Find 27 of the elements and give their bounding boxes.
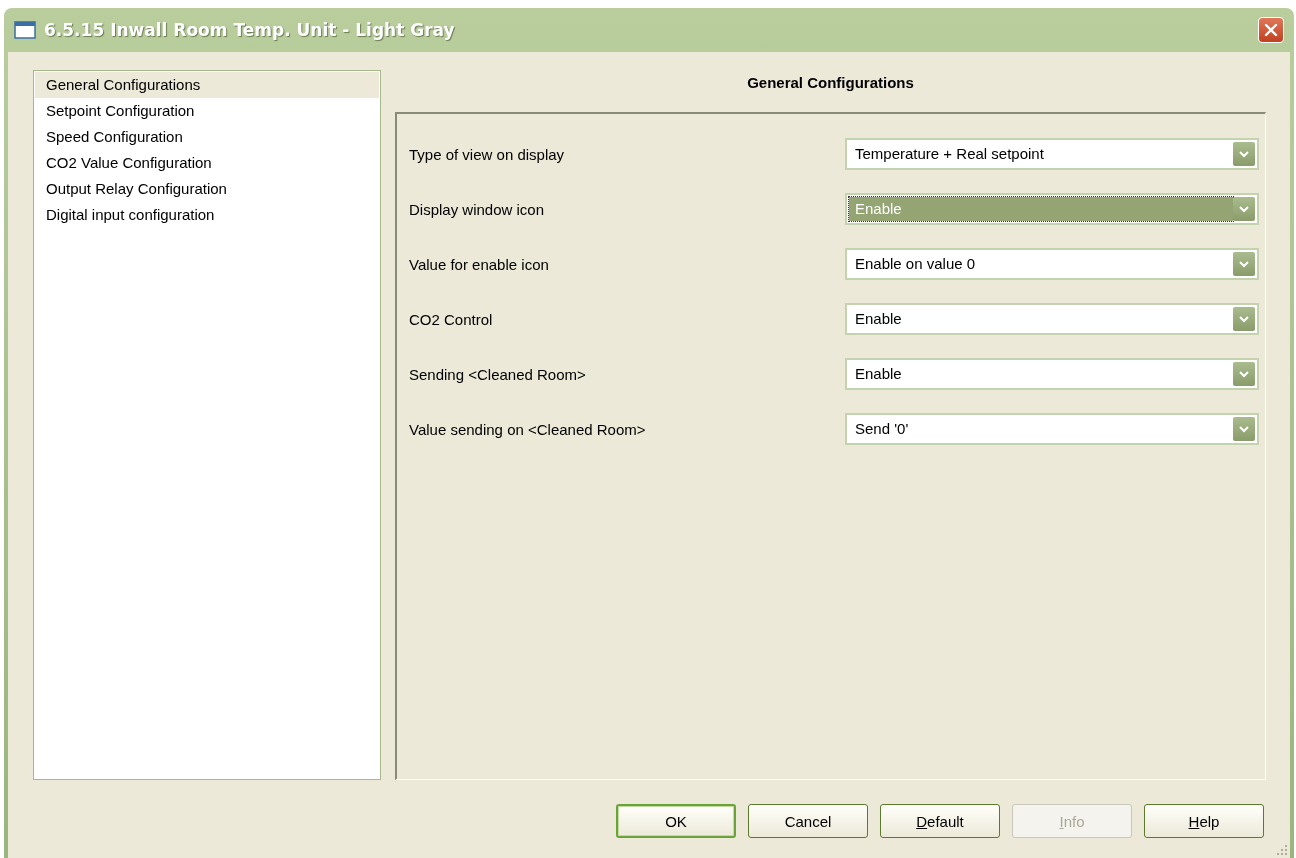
- close-icon[interactable]: [1263, 22, 1279, 38]
- parameter-label: Display window icon: [409, 200, 545, 218]
- sidebar-item[interactable]: CO2 Value Configuration: [35, 150, 379, 176]
- sidebar-item[interactable]: Speed Configuration: [35, 124, 379, 150]
- sidebar-item[interactable]: General Configurations: [35, 72, 379, 98]
- parameter-label: Sending <Cleaned Room>: [409, 365, 586, 383]
- sidebar-item[interactable]: Output Relay Configuration: [35, 176, 379, 202]
- resize-grip-icon[interactable]: [1276, 844, 1288, 856]
- dialog-button[interactable]: Cancel: [748, 804, 868, 838]
- dropdown[interactable]: Enable on value 0: [845, 248, 1259, 280]
- dropdown[interactable]: Temperature + Real setpoint: [845, 138, 1259, 170]
- parameter-label: Type of view on display: [409, 145, 565, 163]
- close-button[interactable]: [1258, 17, 1284, 43]
- window-title: 6.5.15 Inwall Room Temp. Unit - Light Gray: [44, 20, 456, 40]
- dropdown[interactable]: Enable: [845, 303, 1259, 335]
- window-icon: [14, 21, 36, 39]
- parameter-label: Value sending on <Cleaned Room>: [409, 420, 646, 438]
- parameter-label: CO2 Control: [409, 310, 493, 328]
- dropdown[interactable]: Enable: [845, 358, 1259, 390]
- dialog-button[interactable]: Default: [880, 804, 1000, 838]
- dialog-button[interactable]: OK: [616, 804, 736, 838]
- dropdown[interactable]: Send '0': [845, 413, 1259, 445]
- panel-heading: General Configurations: [746, 73, 915, 93]
- sidebar-item[interactable]: Digital input configuration: [35, 202, 379, 228]
- parameter-label: Value for enable icon: [409, 255, 549, 273]
- dialog-button[interactable]: Help: [1144, 804, 1264, 838]
- sidebar-item[interactable]: Setpoint Configuration: [35, 98, 379, 124]
